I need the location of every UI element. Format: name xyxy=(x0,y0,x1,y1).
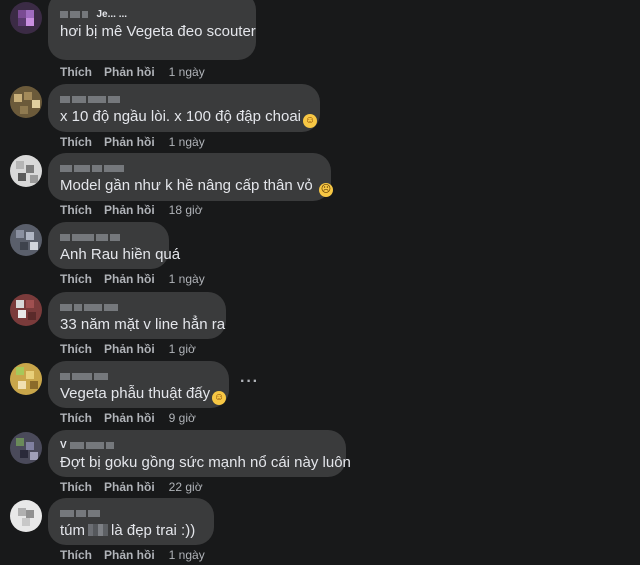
avatar[interactable] xyxy=(10,500,42,532)
reply-button[interactable]: Phản hồi xyxy=(104,203,155,217)
timestamp[interactable]: 22 giờ xyxy=(169,480,203,494)
like-button[interactable]: Thích xyxy=(60,203,92,217)
avatar[interactable] xyxy=(10,86,42,118)
timestamp[interactable]: 1 giờ xyxy=(169,342,196,356)
like-button[interactable]: Thích xyxy=(60,342,92,356)
comment-actions: Thích Phản hồi 9 giờ xyxy=(60,411,208,425)
comment-actions: Thích Phản hồi 1 giờ xyxy=(60,342,208,356)
comment-bubble: Je... ... hơi bị mê Vegeta đeo scouter xyxy=(48,0,256,60)
reply-button[interactable]: Phản hồi xyxy=(104,480,155,494)
timestamp[interactable]: 1 ngày xyxy=(169,272,205,286)
comment-text: Model gần như k hề nâng cấp thân vỏ ☹ xyxy=(60,177,333,197)
comment-text: túm là đẹp trai :)) xyxy=(60,522,196,539)
like-button[interactable]: Thích xyxy=(60,411,92,425)
timestamp[interactable]: 9 giờ xyxy=(169,411,196,425)
comment-bubble: Vegeta phẫu thuật đấy ☺ xyxy=(48,361,229,408)
avatar[interactable] xyxy=(10,432,42,464)
avatar[interactable] xyxy=(10,224,42,256)
commenter-name[interactable]: Je... ... xyxy=(60,6,244,21)
reply-button[interactable]: Phản hồi xyxy=(104,411,155,425)
timestamp[interactable]: 18 giờ xyxy=(169,203,203,217)
avatar[interactable] xyxy=(10,363,42,395)
censored-text xyxy=(88,524,109,536)
reply-button[interactable]: Phản hồi xyxy=(104,342,155,356)
comment-bubble: 33 năm mặt v line hẳn ra xyxy=(48,292,226,339)
comment-text: Vegeta phẫu thuật đấy ☺ xyxy=(60,385,227,405)
comment-text: x 10 độ ngầu lòi. x 100 độ đập choai ☺ xyxy=(60,108,318,128)
commenter-name[interactable] xyxy=(60,368,217,381)
comment-bubble: V Đợt bị goku gồng sức mạnh nổ cái này l… xyxy=(48,430,351,477)
comment-text: Đợt bị goku gồng sức mạnh nổ cái này luô… xyxy=(60,454,351,471)
more-options-icon[interactable]: ··· xyxy=(240,373,259,391)
timestamp[interactable]: 1 ngày xyxy=(169,65,205,79)
commenter-name[interactable] xyxy=(60,160,319,173)
like-button[interactable]: Thích xyxy=(60,135,92,149)
comment-actions: Thích Phản hồi 1 ngày xyxy=(60,65,217,79)
timestamp[interactable]: 1 ngày xyxy=(169,135,205,149)
comment-bubble: túm là đẹp trai :)) xyxy=(48,498,214,545)
comment-actions: Thích Phản hồi 18 giờ xyxy=(60,203,215,217)
comment-bubble: Anh Rau hiền quá xyxy=(48,222,181,269)
comment-bubble: x 10 độ ngầu lòi. x 100 độ đập choai ☺ xyxy=(48,84,320,132)
avatar[interactable] xyxy=(10,155,42,187)
timestamp[interactable]: 1 ngày xyxy=(169,548,205,562)
comment-text: 33 năm mặt v line hẳn ra xyxy=(60,316,226,333)
comment-actions: Thích Phản hồi 1 ngày xyxy=(60,548,217,562)
comment-text: hơi bị mê Vegeta đeo scouter xyxy=(60,23,256,40)
commenter-name[interactable] xyxy=(60,505,202,518)
avatar[interactable] xyxy=(10,294,42,326)
reply-button[interactable]: Phản hồi xyxy=(104,548,155,562)
reply-button[interactable]: Phản hồi xyxy=(104,135,155,149)
like-button[interactable]: Thích xyxy=(60,272,92,286)
laugh-emoji-icon: ☺ xyxy=(303,114,318,128)
like-button[interactable]: Thích xyxy=(60,65,92,79)
commenter-name[interactable] xyxy=(60,229,157,242)
commenter-name-text: Je... ... xyxy=(96,9,128,21)
comment-text: Anh Rau hiền quá xyxy=(60,246,181,263)
sad-emoji-icon: ☹ xyxy=(318,183,333,197)
reply-button[interactable]: Phản hồi xyxy=(104,272,155,286)
commenter-name[interactable] xyxy=(60,299,214,312)
comment-actions: Thích Phản hồi 22 giờ xyxy=(60,480,215,494)
commenter-name[interactable]: V xyxy=(60,437,334,452)
like-button[interactable]: Thích xyxy=(60,480,92,494)
commenter-name[interactable] xyxy=(60,91,308,104)
reply-button[interactable]: Phản hồi xyxy=(104,65,155,79)
laugh-emoji-icon: ☺ xyxy=(212,391,227,405)
like-button[interactable]: Thích xyxy=(60,548,92,562)
comment-bubble: Model gần như k hề nâng cấp thân vỏ ☹ xyxy=(48,153,333,201)
avatar[interactable] xyxy=(10,2,42,34)
comment-actions: Thích Phản hồi 1 ngày xyxy=(60,272,217,286)
commenter-name-text: V xyxy=(60,440,67,452)
comment-actions: Thích Phản hồi 1 ngày xyxy=(60,135,217,149)
